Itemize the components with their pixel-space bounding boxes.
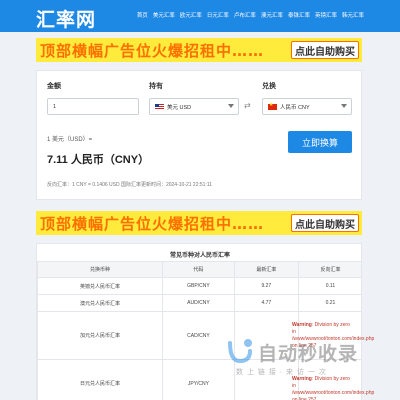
table-row: 英镑兑人民币汇率 GBP/CNY 9.27 0.11: [37, 277, 361, 295]
cn-flag-icon: [268, 102, 277, 110]
table-cell[interactable]: 日元兑人民币汇率: [37, 359, 164, 400]
nav-item-rub[interactable]: 卢布汇率: [234, 11, 256, 19]
ad-buy-button[interactable]: 点此自助购买: [291, 41, 359, 59]
from-currency-select[interactable]: 美元 USD: [149, 98, 239, 115]
from-label: 持有: [149, 83, 163, 90]
table-header: 兑换币种: [37, 261, 164, 278]
table-cell: 4.77: [233, 294, 299, 312]
chevron-down-icon: [228, 104, 234, 108]
rate-line: 1 美元（USD）=: [47, 137, 93, 143]
main-nav: 首页 美元汇率 欧元汇率 日元汇率 卢布汇率 澳元汇率 泰铢汇率 英镑汇率 韩元…: [137, 11, 364, 19]
table-cell: 9.27: [233, 277, 299, 295]
warning-title: Warning: [292, 322, 312, 328]
table-cell[interactable]: 澳元兑人民币汇率: [37, 294, 164, 312]
nav-item-home[interactable]: 首页: [137, 11, 148, 19]
table-cell: 0.21: [297, 294, 361, 312]
table-cell[interactable]: 加元兑人民币汇率: [37, 311, 164, 360]
table-cell: CAD/CNY: [162, 311, 235, 360]
ad-banner-text: 顶部横幅广告位火爆招租中……: [40, 41, 265, 60]
nav-item-gbp[interactable]: 英镑汇率: [315, 11, 337, 19]
converter-card: 金额 持有 兑换 1 美元 USD ⇄ 人民币 CNY 1 美元（USD）= 7…: [36, 70, 362, 200]
table-row: 澳元兑人民币汇率 AUD/CNY 4.77 0.21: [37, 294, 361, 312]
chevron-down-icon: [341, 104, 347, 108]
swap-icon[interactable]: ⇄: [244, 101, 251, 110]
us-flag-icon: [155, 103, 164, 110]
ad-banner-top[interactable]: 顶部横幅广告位火爆招租中…… 点此自助购买: [36, 38, 362, 62]
table-cell: 0.11: [297, 277, 361, 295]
nav-item-thb[interactable]: 泰铢汇率: [288, 11, 310, 19]
from-currency-value: 美元 USD: [167, 104, 192, 111]
table-header: 代码: [162, 261, 235, 278]
amount-input[interactable]: 1: [47, 98, 139, 115]
table-header-row: 兑换币种 代码 最新汇率 反向汇率: [37, 261, 361, 278]
watermark-logo-icon: [228, 339, 252, 364]
table-cell: AUD/CNY: [162, 294, 235, 312]
table-header: 反向汇率: [297, 261, 361, 278]
rate-footer: 反向汇率：1 CNY = 0.1406 USD 国际汇率更新时间：2024-10…: [47, 182, 213, 188]
nav-item-aud[interactable]: 澳元汇率: [261, 11, 283, 19]
ad-buy-button[interactable]: 点此自助购买: [291, 214, 359, 232]
to-label: 兑换: [262, 83, 276, 90]
site-logo[interactable]: 汇率网: [36, 5, 96, 32]
ad-banner-middle[interactable]: 顶部横幅广告位火爆招租中…… 点此自助购买: [36, 211, 362, 235]
table-title: 常见币种对人民币汇率: [169, 253, 230, 259]
nav-item-jpy[interactable]: 日元汇率: [207, 11, 229, 19]
to-currency-select[interactable]: 人民币 CNY: [262, 98, 352, 115]
conversion-result: 7.11 人民币（CNY）: [47, 154, 150, 166]
top-header: 汇率网 首页 美元汇率 欧元汇率 日元汇率 卢布汇率 澳元汇率 泰铢汇率 英镑汇…: [0, 0, 400, 32]
nav-item-usd[interactable]: 美元汇率: [153, 11, 175, 19]
convert-button[interactable]: 立即换算: [288, 131, 352, 153]
table-cell[interactable]: 英镑兑人民币汇率: [37, 277, 164, 295]
watermark: 自动秒收录 数 上 链 接 · 来 访 一 次: [226, 333, 386, 383]
table-header: 最新汇率: [233, 261, 299, 278]
ad-banner-text: 顶部横幅广告位火爆招租中……: [40, 214, 265, 233]
table-cell: JPY/CNY: [162, 359, 235, 400]
watermark-subtitle: 数 上 链 接 · 来 访 一 次: [236, 369, 327, 376]
amount-label: 金额: [47, 83, 61, 90]
watermark-brand: 自动秒收录: [258, 343, 359, 365]
nav-item-eur[interactable]: 欧元汇率: [180, 11, 202, 19]
to-currency-value: 人民币 CNY: [280, 104, 310, 111]
table-cell: GBP/CNY: [162, 277, 235, 295]
nav-item-krw[interactable]: 韩元汇率: [342, 11, 364, 19]
